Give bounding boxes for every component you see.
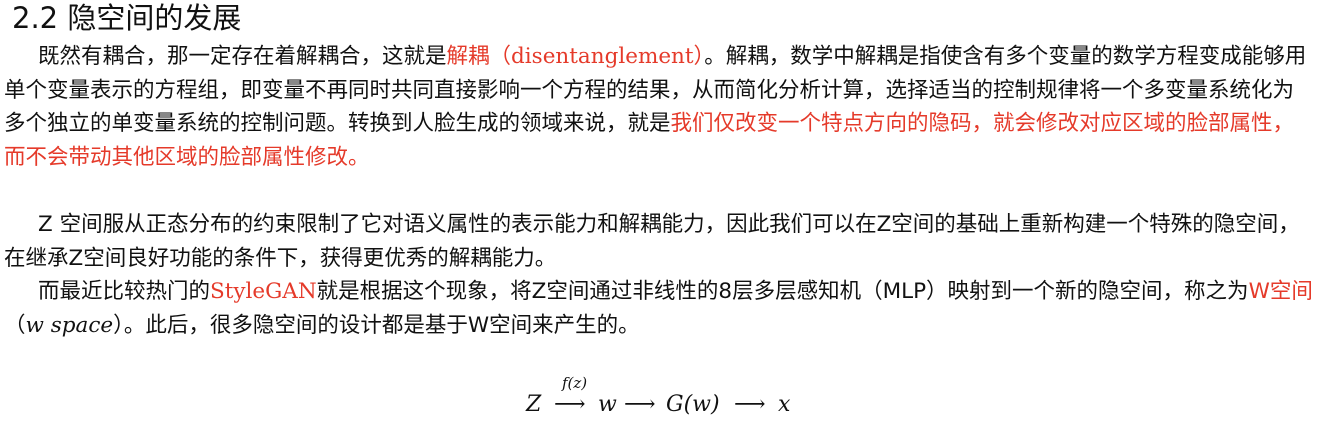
para3-text-2: 就是根据这个现象，将Z空间通过非线性的8层多层感知机（MLP）映射到一个新的隐空… xyxy=(316,279,1249,304)
para3-w-space-term: W空间 xyxy=(1248,279,1313,304)
formula-w: w xyxy=(598,392,617,417)
para1-highlight-term: 解耦 xyxy=(446,44,490,69)
formula-arrow-2: ⟶ xyxy=(624,392,656,417)
formula-arrow-1: ⟶ xyxy=(554,392,586,417)
formula-gw: G(w) xyxy=(666,392,720,417)
formula-arrow-3: ⟶ xyxy=(734,392,766,417)
paragraph-z-space: Z 空间服从正态分布的约束限制了它对语义属性的表示能力和解耦能力，因此我们可以在… xyxy=(4,208,1314,275)
para3-stylegan-term: StyleGAN xyxy=(210,279,317,304)
formula-z: Z xyxy=(526,392,542,417)
para1-text-1: 既然有耦合，那一定存在着解耦合，这就是 xyxy=(38,44,447,69)
para3-w-space-italic: w space xyxy=(25,312,114,338)
para3-paren-open: （ xyxy=(4,312,26,338)
formula-arrow-label: f(z) xyxy=(562,374,588,392)
paragraph-decoupling: 既然有耦合，那一定存在着解耦合，这就是解耦（disentanglement）。解… xyxy=(4,40,1314,174)
section-title: 2.2 隐空间的发展 xyxy=(12,1,242,35)
para2-text: Z 空间服从正态分布的约束限制了它对语义属性的表示能力和解耦能力，因此我们可以在… xyxy=(4,212,1300,271)
formula-x: x xyxy=(778,392,791,417)
paragraph-stylegan: 而最近比较热门的StyleGAN就是根据这个现象，将Z空间通过非线性的8层多层感… xyxy=(4,275,1314,342)
para3-text-1: 而最近比较热门的 xyxy=(38,279,211,304)
para3-text-3: ）。此后，很多隐空间的设计都是基于W空间来产生的。 xyxy=(113,312,640,338)
para1-term-english: （disentanglement） xyxy=(489,44,705,69)
document-page: 2.2 隐空间的发展 既然有耦合，那一定存在着解耦合，这就是解耦（disenta… xyxy=(0,0,1321,436)
